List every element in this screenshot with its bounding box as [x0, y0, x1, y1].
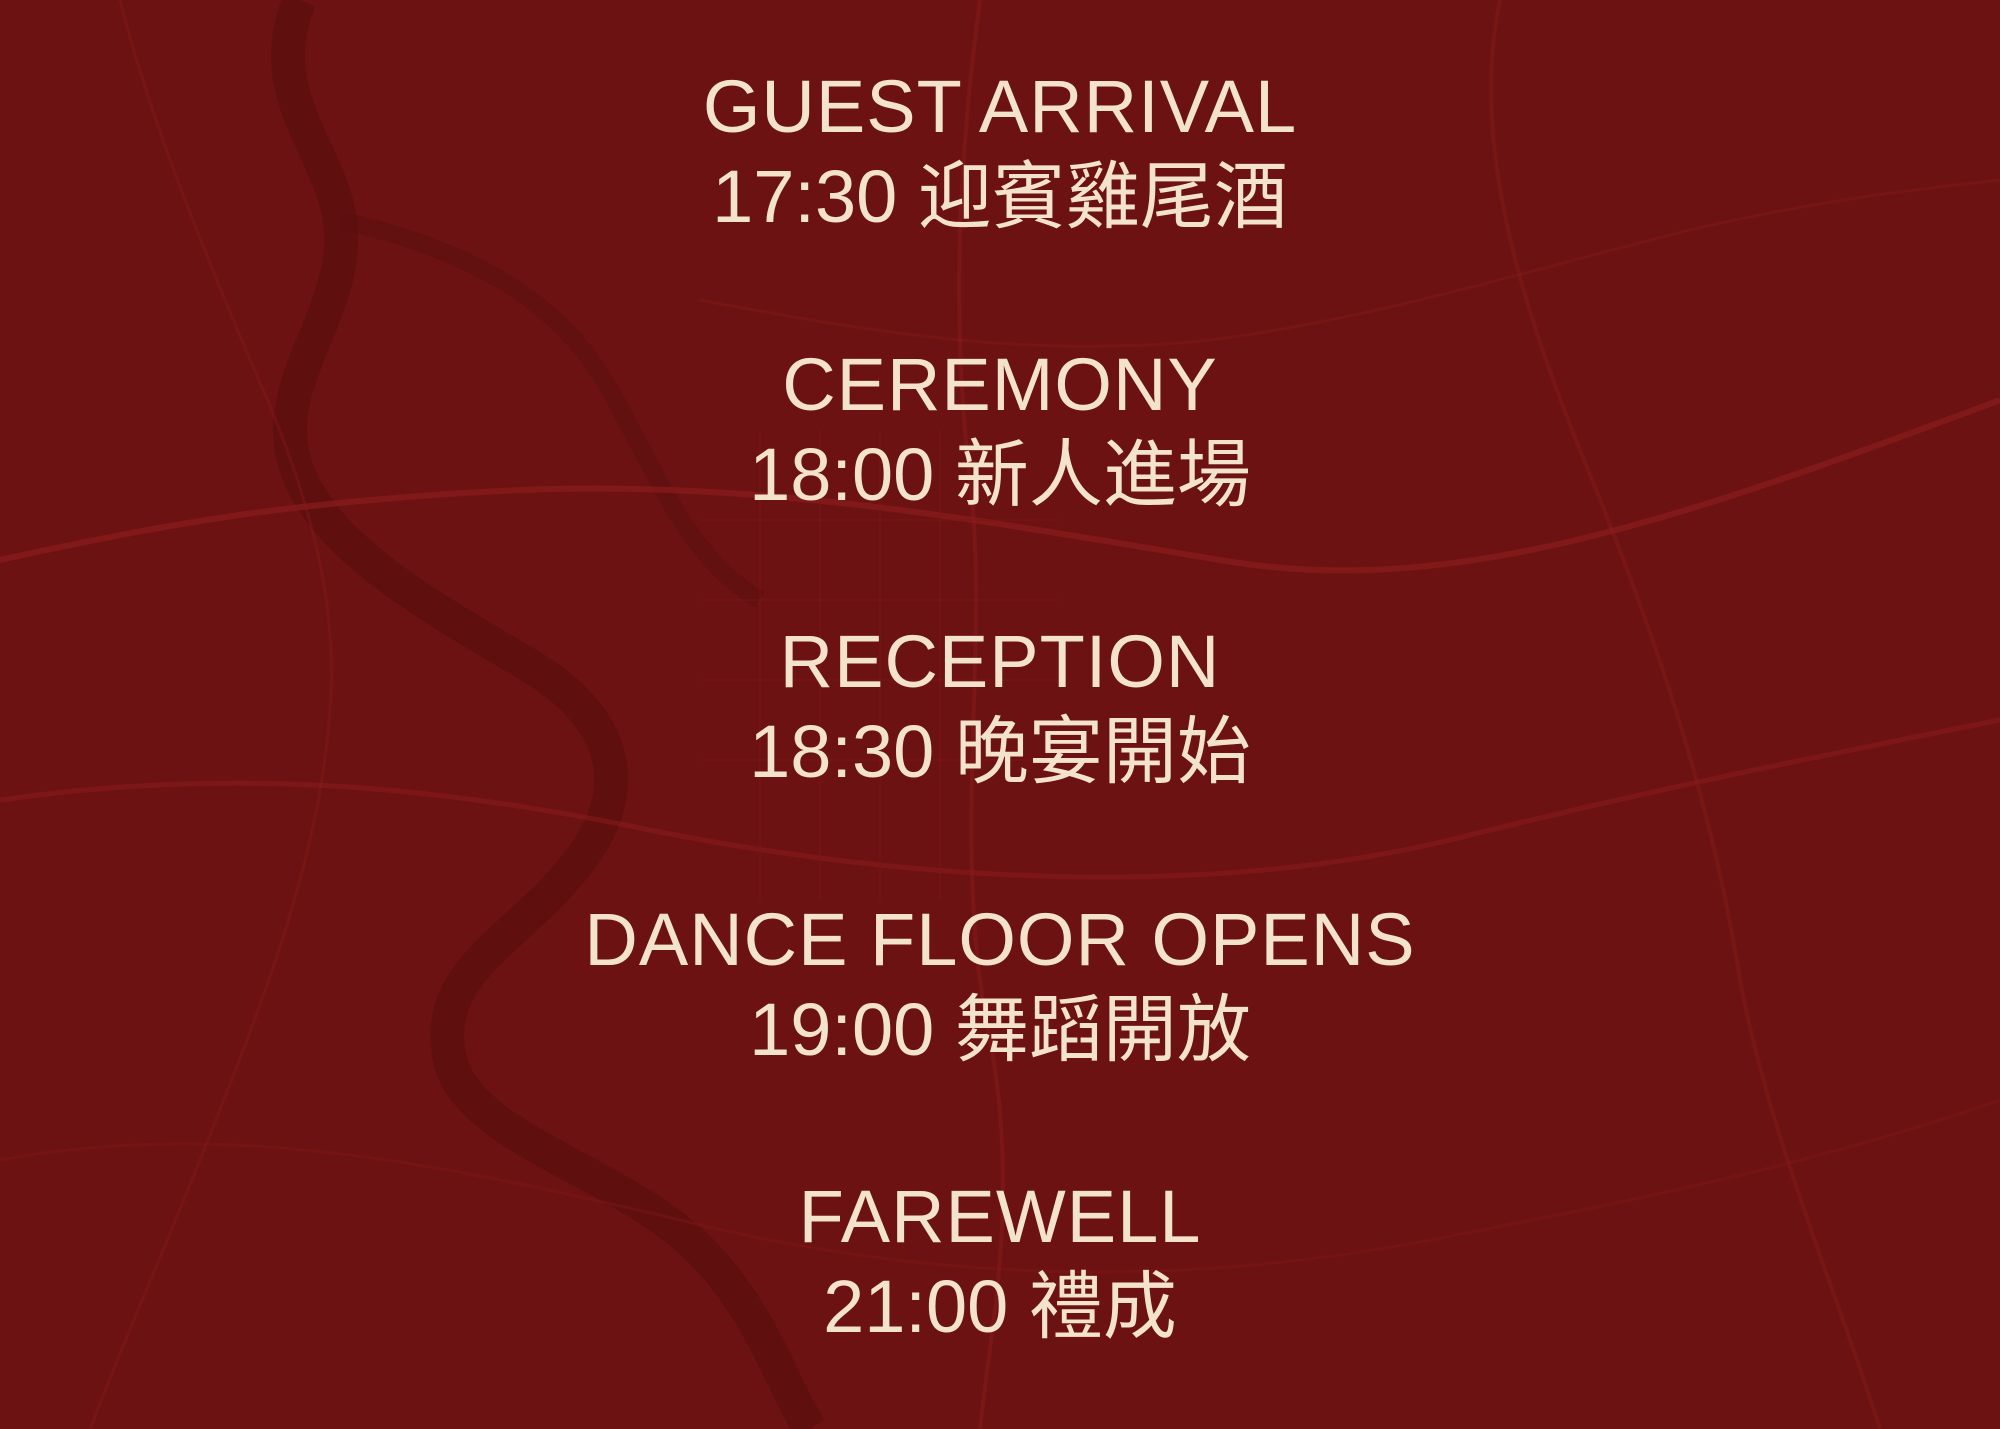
event-title: GUEST ARRIVAL	[702, 65, 1298, 148]
event-time-label: 17:30 迎賓雞尾酒	[712, 155, 1288, 238]
event-title: FAREWELL	[798, 1175, 1202, 1258]
schedule-item-reception: RECEPTION 18:30 晚宴開始	[0, 617, 2000, 797]
event-schedule: GUEST ARRIVAL 17:30 迎賓雞尾酒 CEREMONY 18:00…	[0, 0, 2000, 1429]
schedule-item-dance-floor-opens: DANCE FLOOR OPENS 19:00 舞蹈開放	[0, 895, 2000, 1075]
event-time-label: 21:00 禮成	[823, 1265, 1177, 1348]
event-title: CEREMONY	[782, 343, 1218, 426]
event-time-label: 19:00 舞蹈開放	[749, 988, 1251, 1071]
schedule-item-farewell: FAREWELL 21:00 禮成	[0, 1172, 2000, 1352]
event-time-label: 18:30 晚宴開始	[749, 710, 1251, 793]
schedule-item-guest-arrival: GUEST ARRIVAL 17:30 迎賓雞尾酒	[0, 62, 2000, 242]
event-title: RECEPTION	[779, 620, 1221, 703]
event-time-label: 18:00 新人進場	[749, 433, 1251, 516]
schedule-item-ceremony: CEREMONY 18:00 新人進場	[0, 340, 2000, 520]
event-title: DANCE FLOOR OPENS	[584, 898, 1416, 981]
